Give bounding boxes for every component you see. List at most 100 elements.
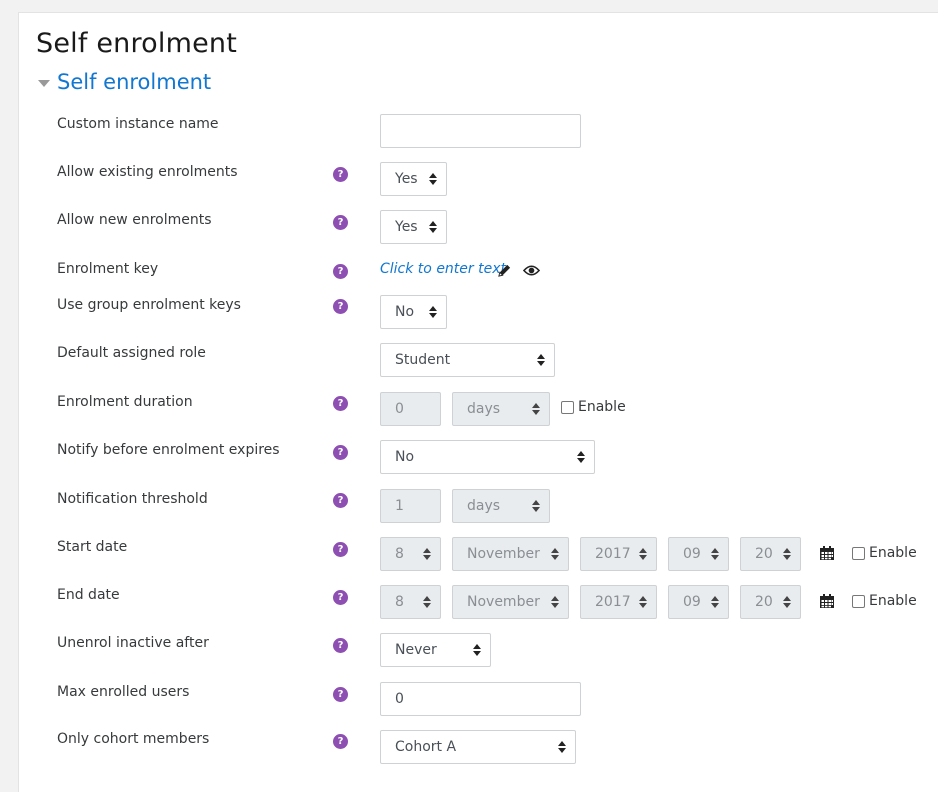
- help-icon[interactable]: ?: [333, 590, 348, 605]
- select-value: 20: [755, 594, 773, 610]
- row-enrolment-key: Enrolment key ? Click to enter text: [0, 259, 938, 295]
- select-arrows-icon: [537, 354, 545, 367]
- help-icon[interactable]: ?: [333, 445, 348, 460]
- row-max-users: Max enrolled users ? 0: [0, 682, 938, 718]
- pencil-icon[interactable]: [497, 263, 512, 278]
- row-threshold: Notification threshold ? 1 days: [0, 489, 938, 525]
- row-unenrol-inactive: Unenrol inactive after ? Never: [0, 633, 938, 669]
- start-day-select[interactable]: 8: [380, 537, 441, 571]
- field-label: Notify before enrolment expires: [57, 442, 280, 458]
- select-value: No: [395, 304, 415, 320]
- select-value: Yes: [395, 171, 418, 187]
- help-icon[interactable]: ?: [333, 396, 348, 411]
- row-duration: Enrolment duration ? 0 days Enable: [0, 392, 938, 428]
- end-date-enable-checkbox[interactable]: Enable: [852, 593, 917, 609]
- select-arrows-icon: [551, 596, 559, 609]
- field-label: Max enrolled users: [57, 684, 190, 700]
- select-arrows-icon: [429, 221, 437, 234]
- allow-new-select[interactable]: Yes: [380, 210, 447, 244]
- custom-instance-name-input[interactable]: [380, 114, 581, 148]
- row-end-date: End date ? 8 November 2017 09 20 Enable: [0, 585, 938, 621]
- field-label: Unenrol inactive after: [57, 635, 209, 651]
- help-icon[interactable]: ?: [333, 542, 348, 557]
- duration-enable-checkbox[interactable]: Enable: [561, 399, 626, 415]
- select-arrows-icon: [423, 596, 431, 609]
- select-value: November: [467, 546, 540, 562]
- select-value: 09: [683, 594, 701, 610]
- collapse-caret-icon[interactable]: [38, 79, 50, 87]
- start-date-enable-checkbox[interactable]: Enable: [852, 545, 917, 561]
- notify-select[interactable]: No: [380, 440, 595, 474]
- group-keys-select[interactable]: No: [380, 295, 447, 329]
- end-minute-select[interactable]: 20: [740, 585, 801, 619]
- select-arrows-icon: [532, 500, 540, 513]
- select-value: days: [467, 498, 501, 514]
- select-arrows-icon: [551, 548, 559, 561]
- cohort-select[interactable]: Cohort A: [380, 730, 576, 764]
- start-minute-select[interactable]: 20: [740, 537, 801, 571]
- select-arrows-icon: [473, 644, 481, 657]
- threshold-unit-select[interactable]: days: [452, 489, 550, 523]
- select-value: 09: [683, 546, 701, 562]
- select-value: November: [467, 594, 540, 610]
- end-month-select[interactable]: November: [452, 585, 569, 619]
- field-label: Only cohort members: [57, 731, 210, 747]
- help-icon[interactable]: ?: [333, 264, 348, 279]
- help-icon[interactable]: ?: [333, 687, 348, 702]
- max-users-input[interactable]: 0: [380, 682, 581, 716]
- allow-existing-select[interactable]: Yes: [380, 162, 447, 196]
- help-icon[interactable]: ?: [333, 638, 348, 653]
- field-label: Allow new enrolments: [57, 212, 212, 228]
- duration-number-input[interactable]: 0: [380, 392, 441, 426]
- threshold-number-input[interactable]: 1: [380, 489, 441, 523]
- select-value: 2017: [595, 594, 631, 610]
- row-group-keys: Use group enrolment keys ? No: [0, 295, 938, 331]
- help-icon[interactable]: ?: [333, 215, 348, 230]
- end-day-select[interactable]: 8: [380, 585, 441, 619]
- select-value: days: [467, 401, 501, 417]
- checkbox-label: Enable: [869, 545, 917, 561]
- select-arrows-icon: [639, 548, 647, 561]
- select-value: 2017: [595, 546, 631, 562]
- field-label: Use group enrolment keys: [57, 297, 241, 313]
- section-title[interactable]: Self enrolment: [57, 70, 211, 94]
- select-arrows-icon: [711, 596, 719, 609]
- end-hour-select[interactable]: 09: [668, 585, 729, 619]
- select-value: Cohort A: [395, 739, 457, 755]
- select-arrows-icon: [429, 306, 437, 319]
- start-year-select[interactable]: 2017: [580, 537, 657, 571]
- select-arrows-icon: [423, 548, 431, 561]
- start-hour-select[interactable]: 09: [668, 537, 729, 571]
- checkbox-label: Enable: [869, 593, 917, 609]
- select-value: Yes: [395, 219, 418, 235]
- start-month-select[interactable]: November: [452, 537, 569, 571]
- page-title: Self enrolment: [36, 28, 238, 59]
- field-label: Allow existing enrolments: [57, 164, 238, 180]
- help-icon[interactable]: ?: [333, 734, 348, 749]
- enrolment-key-edit-link[interactable]: Click to enter text: [380, 261, 506, 277]
- checkbox-box[interactable]: [852, 546, 865, 560]
- select-value: Never: [395, 642, 437, 658]
- duration-unit-select[interactable]: days: [452, 392, 550, 426]
- unenrol-inactive-select[interactable]: Never: [380, 633, 491, 667]
- eye-icon[interactable]: [523, 264, 540, 277]
- row-custom-instance-name: Custom instance name: [0, 114, 938, 150]
- row-allow-new: Allow new enrolments ? Yes: [0, 210, 938, 246]
- checkbox-box[interactable]: [561, 400, 574, 414]
- default-role-select[interactable]: Student: [380, 343, 555, 377]
- row-default-role: Default assigned role Student: [0, 343, 938, 379]
- help-icon[interactable]: ?: [333, 167, 348, 182]
- calendar-icon[interactable]: [819, 593, 835, 609]
- checkbox-label: Enable: [578, 399, 626, 415]
- end-year-select[interactable]: 2017: [580, 585, 657, 619]
- select-arrows-icon: [783, 548, 791, 561]
- select-arrows-icon: [429, 173, 437, 186]
- select-arrows-icon: [711, 548, 719, 561]
- help-icon[interactable]: ?: [333, 299, 348, 314]
- field-label: Custom instance name: [57, 116, 219, 132]
- checkbox-box[interactable]: [852, 594, 865, 608]
- calendar-icon[interactable]: [819, 545, 835, 561]
- help-icon[interactable]: ?: [333, 493, 348, 508]
- select-arrows-icon: [558, 741, 566, 754]
- section-toggle[interactable]: Self enrolment: [38, 70, 211, 94]
